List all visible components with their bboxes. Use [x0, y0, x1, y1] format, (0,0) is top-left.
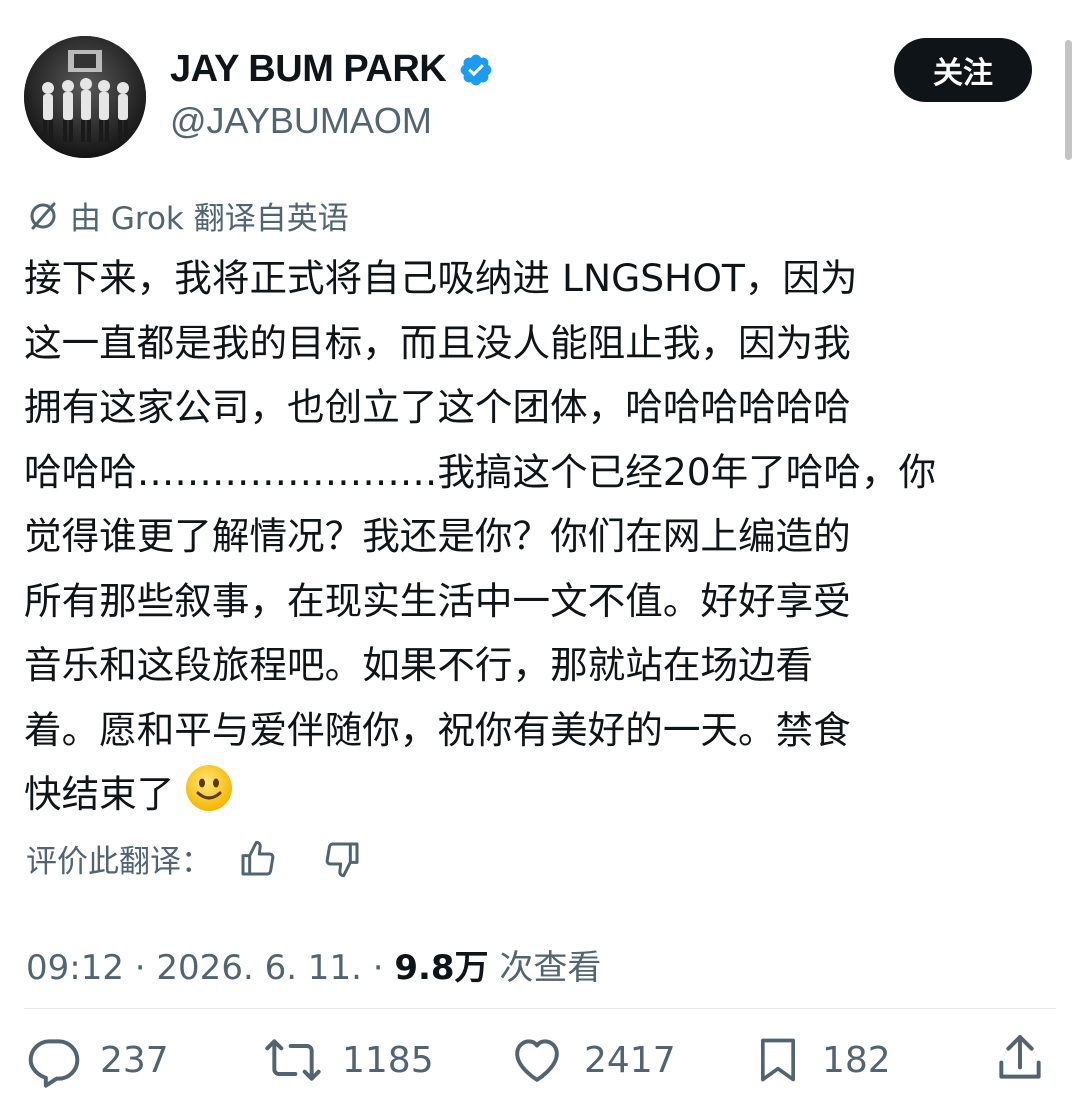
views-label: 次查看 — [488, 948, 602, 988]
views-count[interactable]: 9.8万 — [394, 948, 488, 988]
repost-button[interactable]: 1185 — [262, 1028, 434, 1092]
tweet-date[interactable]: 2026. 6. 11. — [156, 948, 361, 988]
like-button[interactable]: 2417 — [508, 1028, 676, 1092]
tweet-header: JAY BUM PARK @JAYBUMAOM 关注 — [24, 30, 1056, 160]
rate-translation-row: 评价此翻译： — [26, 836, 362, 881]
tweet-text-line: 拥有这家公司，也创立了这个团体，哈哈哈哈哈哈 — [24, 385, 851, 429]
tweet-meta: 09:12 · 2026. 6. 11. · 9.8万 次查看 — [26, 940, 601, 989]
tweet-text-line: 接下来，我将正式将自己吸纳进 LNGSHOT，因为 — [24, 256, 858, 300]
bookmark-button[interactable]: 182 — [752, 1028, 891, 1092]
author-handle[interactable]: @JAYBUMAOM — [170, 100, 432, 142]
share-icon — [992, 1030, 1048, 1090]
thumbs-up-icon[interactable] — [238, 839, 278, 879]
translation-label: 由 Grok 翻译自英语 — [70, 201, 349, 237]
tweet-text-line: 音乐和这段旅程吧。如果不行，那就站在场边看 — [24, 643, 814, 687]
avatar[interactable] — [24, 36, 146, 158]
author-name-row: JAY BUM PARK — [170, 48, 494, 91]
meta-separator: · — [361, 948, 395, 988]
like-icon — [508, 1032, 566, 1088]
tweet-time[interactable]: 09:12 — [26, 948, 124, 988]
repost-count: 1185 — [342, 1039, 434, 1081]
no-translate-icon — [26, 199, 60, 233]
meta-separator: · — [123, 948, 157, 988]
reply-count: 237 — [100, 1039, 169, 1081]
tweet-text-line: 所有那些叙事，在现实生活中一文不值。好好享受 — [24, 578, 851, 623]
reply-icon — [26, 1032, 82, 1088]
divider — [24, 1008, 1056, 1009]
repost-icon — [262, 1032, 324, 1088]
tweet-text-line: 快结束了 — [24, 772, 175, 816]
reply-button[interactable]: 237 — [26, 1028, 169, 1092]
tweet-text-line: 觉得谁更了解情况？我还是你？你们在网上编造的 — [24, 514, 851, 558]
follow-button[interactable]: 关注 — [894, 38, 1032, 102]
tweet-text-line: 这一直都是我的目标，而且没人能阻止我，因为我 — [24, 320, 851, 365]
tweet-text-line: 哈哈哈……………………我搞这个已经20年了哈哈，你 — [24, 449, 937, 494]
translation-badge[interactable]: 由 Grok 翻译自英语 — [26, 193, 349, 238]
like-count: 2417 — [584, 1039, 676, 1081]
slightly-smiling-face-icon — [184, 763, 234, 833]
share-button[interactable] — [992, 1028, 1048, 1092]
bookmark-count: 182 — [822, 1039, 891, 1081]
verified-badge-icon[interactable] — [458, 52, 494, 88]
tweet-text-line: 着。愿和平与爱伴随你，祝你有美好的一天。禁食 — [24, 707, 851, 752]
tweet-text-last-line: 快结束了 — [24, 762, 1060, 833]
thumbs-down-icon[interactable] — [322, 839, 362, 879]
tweet-detail-page: JAY BUM PARK @JAYBUMAOM 关注 由 Grok 翻译自英语 … — [0, 0, 1080, 1117]
action-bar: 237 1185 2417 182 — [0, 1028, 1080, 1092]
rate-translation-label: 评价此翻译： — [26, 844, 212, 880]
scrollbar-thumb[interactable] — [1065, 40, 1072, 160]
author-display-name[interactable]: JAY BUM PARK — [170, 48, 447, 91]
bookmark-icon — [752, 1032, 804, 1088]
tweet-text: 接下来，我将正式将自己吸纳进 LNGSHOT，因为 这一直都是我的目标，而且没人… — [24, 246, 1060, 833]
